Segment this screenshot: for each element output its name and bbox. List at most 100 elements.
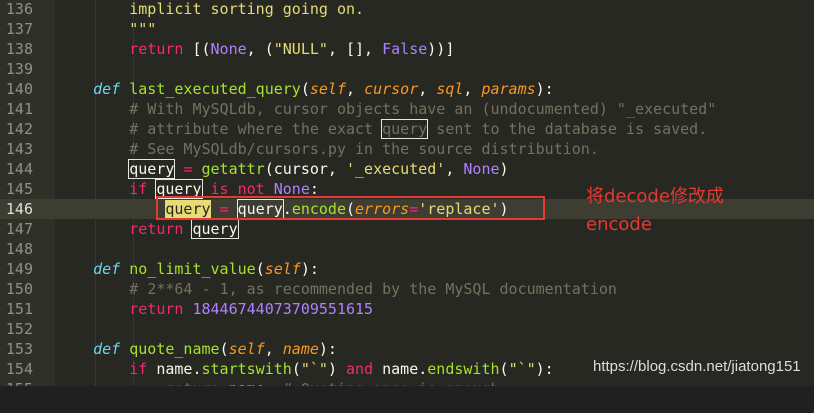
line-number: 144 — [5, 160, 33, 178]
code-token: ( — [499, 360, 509, 378]
code-token: return — [129, 40, 184, 58]
code-line[interactable]: 153 def quote_name(self, name): — [0, 339, 814, 359]
code-token: ( — [219, 340, 229, 358]
code-token: cursor — [364, 80, 419, 98]
code-token: # With MySQLdb, cursor objects have an (… — [129, 100, 717, 118]
line-number: 154 — [5, 360, 33, 378]
code-token: (cursor, — [264, 160, 346, 178]
code-token: ): — [535, 80, 554, 98]
code-line[interactable]: 152 — [0, 319, 814, 339]
code-token: query — [381, 119, 429, 139]
code-token: False — [382, 40, 428, 58]
code-token: implicit sorting going on. — [57, 0, 365, 18]
line-number: 152 — [5, 320, 33, 338]
line-number: 139 — [5, 60, 33, 78]
code-text: # attribute where the exact query sent t… — [57, 119, 707, 139]
code-token: getattr — [201, 160, 265, 178]
code-token: None — [463, 160, 500, 178]
code-token: and — [346, 360, 374, 378]
line-number: 140 — [5, 80, 33, 98]
code-line[interactable]: 148 — [0, 239, 814, 259]
code-line[interactable]: 150 # 2**64 - 1, as recommended by the M… — [0, 279, 814, 299]
code-token: name. — [373, 360, 428, 378]
code-token: self — [309, 80, 346, 98]
line-number: 142 — [5, 120, 33, 138]
code-text: if name.startswith("`") and name.endswit… — [57, 359, 553, 379]
code-text: return query — [57, 219, 239, 239]
code-token: quote_name — [129, 340, 220, 358]
code-token: name. — [147, 360, 202, 378]
code-line[interactable]: 142 # attribute where the exact query se… — [0, 119, 814, 139]
code-token: , — [418, 80, 437, 98]
annotation-line: 将decode修改成 — [586, 186, 724, 207]
code-line[interactable]: 149 def no_limit_value(self): — [0, 259, 814, 279]
code-token: "NULL" — [273, 40, 328, 58]
code-token: ( — [291, 360, 301, 378]
code-token: , ( — [246, 40, 274, 58]
code-text: return [(None, ("NULL", [], False))] — [57, 39, 454, 59]
code-token: return — [129, 220, 184, 238]
code-token: if — [129, 360, 148, 378]
line-number: 141 — [5, 100, 33, 118]
code-text: def last_executed_query(self, cursor, sq… — [57, 79, 554, 99]
code-token: self — [228, 340, 265, 358]
code-token: # See MySQLdb/cursors.py in the source d… — [129, 140, 599, 158]
code-line[interactable]: 151 return 18446744073709551615 — [0, 299, 814, 319]
code-token: query — [191, 219, 239, 239]
code-line[interactable]: 143 # See MySQLdb/cursors.py in the sour… — [0, 139, 814, 159]
code-text: return 18446744073709551615 — [57, 299, 373, 319]
code-token: def — [93, 80, 121, 98]
code-text: def no_limit_value(self): — [57, 259, 319, 279]
code-token: sql — [436, 80, 464, 98]
line-number: 137 — [5, 20, 33, 38]
line-number: 143 — [5, 140, 33, 158]
code-token: , — [346, 80, 365, 98]
line-number: 151 — [5, 300, 33, 318]
code-token: 18446744073709551615 — [192, 300, 374, 318]
code-line[interactable]: 141 # With MySQLdb, cursor objects have … — [0, 99, 814, 119]
highlight-box — [156, 196, 545, 220]
code-token: def — [93, 260, 121, 278]
code-line[interactable]: 137 """ — [0, 19, 814, 39]
code-token: query — [128, 159, 176, 179]
code-text: # 2**64 - 1, as recommended by the MySQL… — [57, 279, 617, 299]
code-line[interactable]: 138 return [(None, ("NULL", [], False))] — [0, 39, 814, 59]
code-line[interactable]: 136 implicit sorting going on. — [0, 0, 814, 19]
code-text: implicit sorting going on. — [57, 0, 364, 19]
code-token: ( — [255, 260, 265, 278]
status-bar — [0, 386, 814, 413]
code-text: query = getattr(cursor, '_executed', Non… — [57, 159, 509, 179]
code-token: no_limit_value — [129, 260, 256, 278]
line-number: 149 — [5, 260, 33, 278]
line-number: 138 — [5, 40, 33, 58]
code-editor[interactable]: 136 implicit sorting going on. 137 """ 138… — [0, 0, 814, 413]
code-token: sent to the database is saved. — [427, 120, 708, 138]
code-token: [( — [183, 40, 211, 58]
code-line[interactable]: 140 def last_executed_query(self, cursor… — [0, 79, 814, 99]
code-line[interactable]: 144 query = getattr(cursor, '_executed',… — [0, 159, 814, 179]
code-token: name — [282, 340, 319, 358]
code-text: # With MySQLdb, cursor objects have an (… — [57, 99, 716, 119]
code-token: None — [210, 40, 247, 58]
line-number: 136 — [5, 0, 33, 18]
code-token: startswith — [201, 360, 292, 378]
code-token: last_executed_query — [129, 80, 301, 98]
code-line[interactable]: 139 — [0, 59, 814, 79]
line-number: 148 — [5, 240, 33, 258]
line-number: 147 — [5, 220, 33, 238]
code-token: ))] — [427, 40, 455, 58]
code-token: ) — [499, 160, 509, 178]
